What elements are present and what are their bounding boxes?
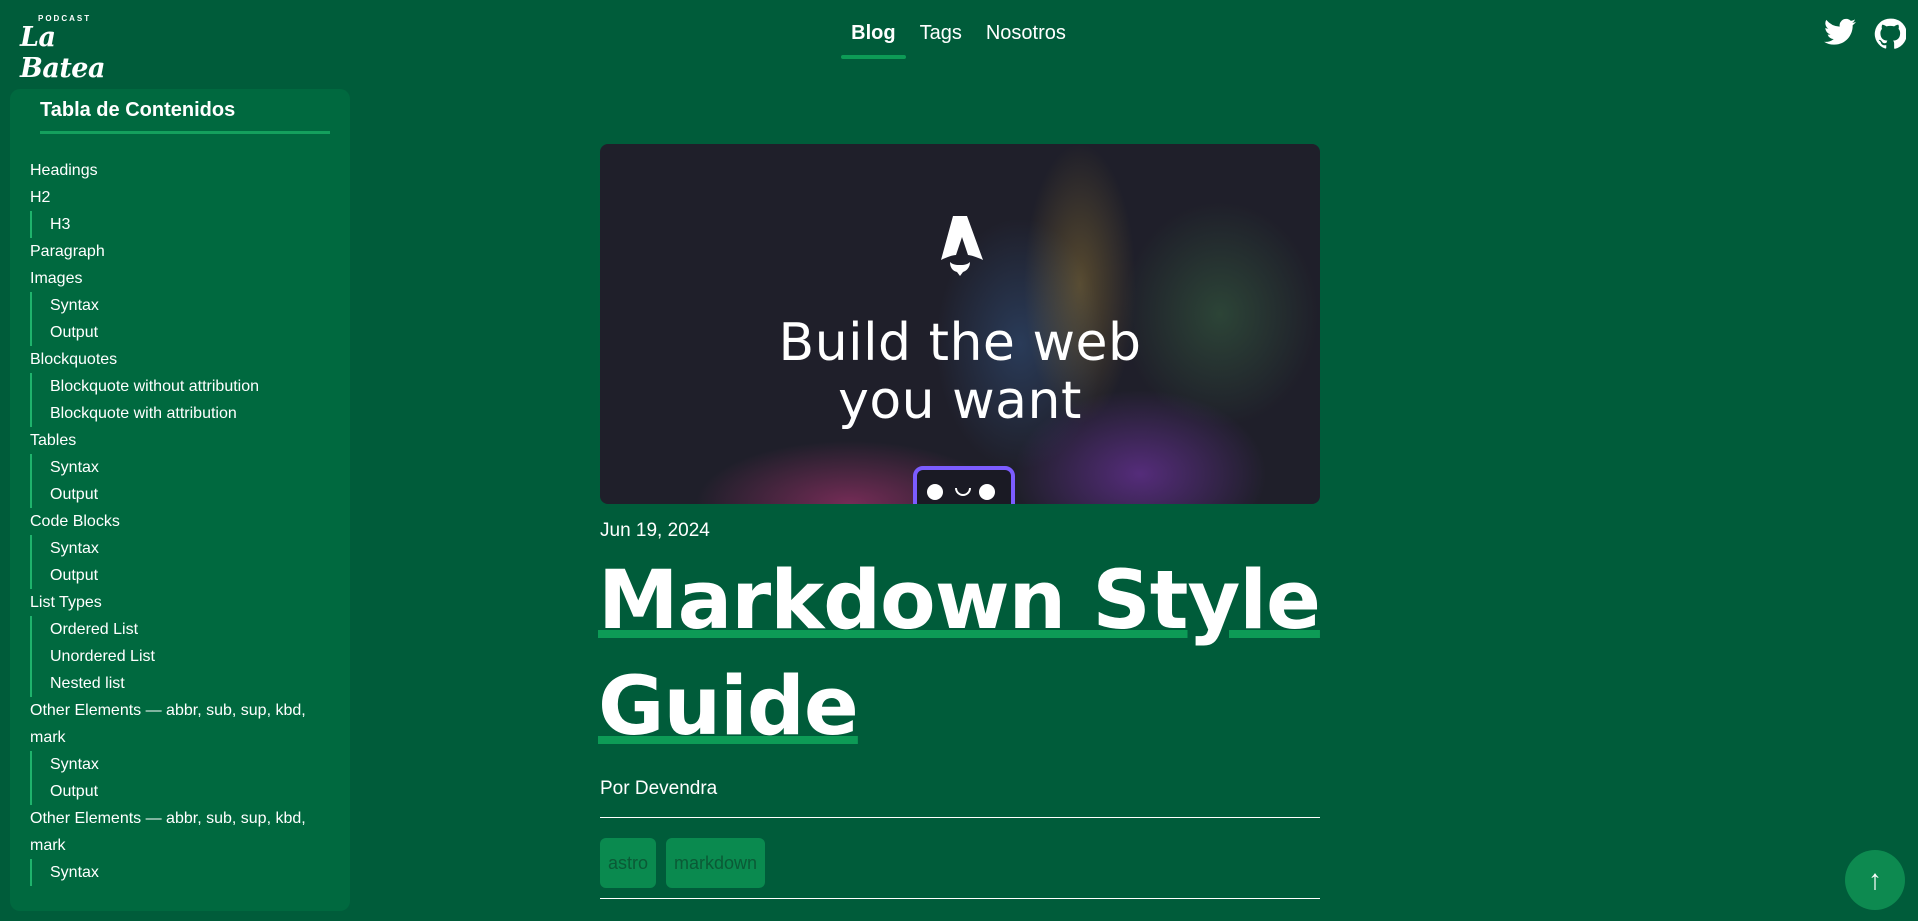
main-nav: Blog Tags Nosotros: [0, 22, 1918, 59]
bot-mouth: [955, 488, 971, 496]
astro-logo-icon: [941, 216, 983, 276]
toc-item[interactable]: Tables: [30, 427, 340, 454]
bot-eye-right: [979, 484, 995, 500]
toc-subitem[interactable]: Output: [30, 481, 340, 508]
toc-divider: [40, 131, 330, 134]
toc-subitem[interactable]: H3: [30, 211, 340, 238]
tag-markdown[interactable]: markdown: [666, 838, 766, 888]
toc-item[interactable]: List Types: [30, 589, 340, 616]
toc-subitem[interactable]: Nested list: [30, 670, 340, 697]
post-tags: astro markdown: [600, 838, 766, 888]
tag-astro[interactable]: astro: [600, 838, 657, 888]
toc-item[interactable]: Code Blocks: [30, 508, 340, 535]
bot-eye-left: [927, 484, 943, 500]
toc-title: Tabla de Contenidos: [40, 99, 236, 121]
toc-item[interactable]: Paragraph: [30, 238, 340, 265]
post-title-line2: Guide: [598, 660, 859, 754]
toc-subitem[interactable]: Output: [30, 562, 340, 589]
post-title: Markdown Style Guide: [598, 548, 1338, 760]
scroll-to-top-button[interactable]: ↑: [1845, 850, 1905, 910]
post-date: Jun 19, 2024: [600, 520, 710, 541]
toc-subitem[interactable]: Blockquote without attribution: [30, 373, 340, 400]
toc-item[interactable]: Other Elements — abbr, sub, sup, kbd, ma…: [30, 697, 340, 751]
toc-item[interactable]: Other Elements — abbr, sub, sup, kbd, ma…: [30, 805, 340, 859]
table-of-contents: Tabla de Contenidos Headings H2 H3 Paragrap…: [10, 89, 350, 911]
post-title-line1: Markdown Style: [598, 554, 1321, 648]
toc-subitem[interactable]: Syntax: [30, 454, 340, 481]
bot-illustration: [913, 466, 1015, 504]
toc-subitem[interactable]: Unordered List: [30, 643, 340, 670]
toc-subitem[interactable]: Syntax: [30, 535, 340, 562]
toc-subitem[interactable]: Syntax: [30, 859, 340, 886]
toc-subitem[interactable]: Output: [30, 319, 340, 346]
nav-blog[interactable]: Blog: [841, 22, 907, 59]
nav-nosotros[interactable]: Nosotros: [986, 22, 1066, 55]
toc-list: Headings H2 H3 Paragraph Images Syntax Output B…: [30, 157, 340, 886]
twitter-icon[interactable]: [1824, 18, 1856, 50]
toc-subitem[interactable]: Syntax: [30, 751, 340, 778]
toc-item[interactable]: Images: [30, 265, 340, 292]
toc-subitem[interactable]: Ordered List: [30, 616, 340, 643]
toc-subitem[interactable]: Syntax: [30, 292, 340, 319]
social-links: [1824, 18, 1906, 50]
hero-headline-line2: you want: [838, 371, 1082, 431]
hero-headline-line1: Build the web: [778, 313, 1142, 373]
divider: [600, 898, 1320, 899]
hero-image: Build the web you want: [600, 144, 1320, 504]
toc-item[interactable]: H2: [30, 184, 340, 211]
toc-item[interactable]: Blockquotes: [30, 346, 340, 373]
toc-item[interactable]: Headings: [30, 157, 340, 184]
divider: [600, 817, 1320, 818]
toc-subitem[interactable]: Blockquote with attribution: [30, 400, 340, 427]
toc-subitem[interactable]: Output: [30, 778, 340, 805]
post-author: Por Devendra: [600, 778, 718, 799]
github-icon[interactable]: [1874, 18, 1906, 50]
nav-tags[interactable]: Tags: [920, 22, 962, 55]
hero-headline: Build the web you want: [600, 314, 1320, 430]
